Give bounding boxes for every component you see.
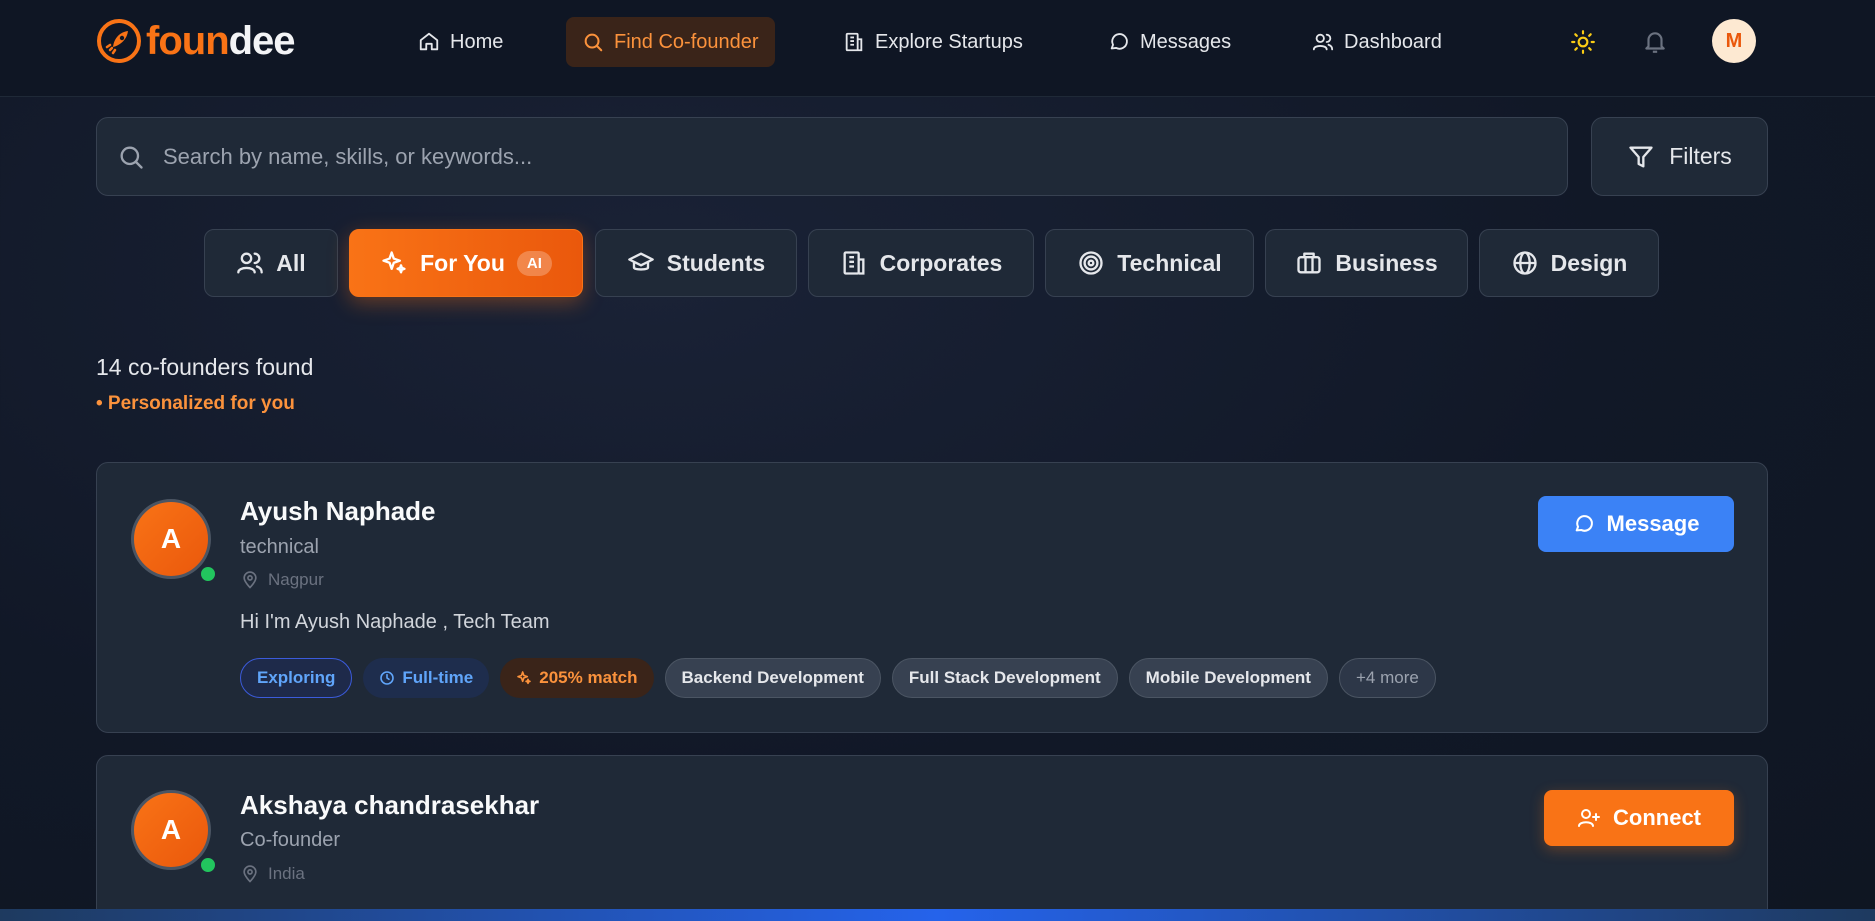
- brand-name: foundee: [146, 19, 296, 63]
- graduation-cap-icon: [627, 252, 654, 271]
- tab-for-you[interactable]: For You AI: [349, 229, 583, 297]
- search-bar: [96, 117, 1568, 196]
- tab-all-label: All: [276, 249, 306, 276]
- cofounder-location: India: [240, 864, 305, 884]
- tab-all[interactable]: All: [204, 229, 338, 297]
- tab-design[interactable]: Design: [1479, 229, 1659, 297]
- users-icon: [1312, 33, 1334, 51]
- message-icon: [1110, 33, 1128, 50]
- rocket-logo-icon: [97, 19, 141, 63]
- location-text: India: [268, 864, 305, 883]
- tab-business[interactable]: Business: [1265, 229, 1468, 297]
- home-icon: [419, 32, 439, 51]
- tab-technical[interactable]: Technical: [1045, 229, 1254, 297]
- nav-dashboard[interactable]: Dashboard: [1296, 17, 1458, 67]
- location-text: Nagpur: [268, 570, 324, 589]
- tab-students[interactable]: Students: [595, 229, 797, 297]
- tab-corporates-label: Corporates: [879, 249, 1003, 276]
- nav-messages[interactable]: Messages: [1092, 17, 1247, 67]
- match-badge: 205% match: [500, 658, 654, 698]
- filters-button[interactable]: Filters: [1591, 117, 1768, 196]
- message-button[interactable]: Message: [1538, 496, 1734, 552]
- ai-badge: AI: [516, 250, 552, 276]
- online-status-dot: [198, 564, 218, 584]
- tab-technical-label: Technical: [1117, 249, 1222, 276]
- cofounder-role: technical: [240, 536, 319, 558]
- sun-icon: [1571, 30, 1595, 54]
- tab-corporates[interactable]: Corporates: [808, 229, 1034, 297]
- globe-icon: [1512, 251, 1537, 275]
- nav-home[interactable]: Home: [402, 17, 519, 67]
- cofounder-bio: Hi I'm Ayush Naphade , Tech Team: [240, 611, 550, 633]
- target-icon: [1079, 251, 1103, 275]
- filters-label: Filters: [1669, 143, 1732, 169]
- nav-messages-label: Messages: [1140, 30, 1232, 53]
- message-icon: [1575, 515, 1593, 532]
- personalized-label: • Personalized for you: [96, 393, 295, 414]
- sparkles-icon: [517, 671, 532, 685]
- user-avatar[interactable]: M: [1712, 19, 1756, 63]
- filter-icon: [1629, 146, 1653, 167]
- tab-students-label: Students: [666, 249, 766, 276]
- clock-icon: [380, 671, 395, 685]
- users-icon: [237, 252, 264, 274]
- theme-toggle[interactable]: [1563, 22, 1603, 62]
- status-badge: Exploring: [240, 658, 353, 698]
- nav-home-label: Home: [450, 30, 504, 53]
- skill-tag: Mobile Development: [1128, 658, 1328, 698]
- bell-icon: [1645, 32, 1665, 53]
- cofounder-name[interactable]: Akshaya chandrasekhar: [240, 790, 539, 821]
- connect-button[interactable]: Connect: [1544, 790, 1734, 846]
- top-navbar: foundee Home Find Co-founder Explore Sta…: [0, 0, 1875, 97]
- availability-text: Full-time: [402, 668, 474, 687]
- map-pin-icon: [243, 571, 257, 589]
- connect-button-label: Connect: [1613, 805, 1701, 830]
- nav-explore-startups-label: Explore Startups: [875, 30, 1023, 53]
- nav-find-cofounder[interactable]: Find Co-founder: [566, 17, 775, 67]
- tag-list: Exploring Full-time 205% match Backend D…: [240, 658, 1436, 698]
- skill-tag: Full Stack Development: [891, 658, 1118, 698]
- tab-business-label: Business: [1335, 249, 1438, 276]
- more-skills-tag[interactable]: +4 more: [1338, 658, 1436, 698]
- cofounder-card[interactable]: A Ayush Naphade technical Nagpur Hi I'm …: [96, 462, 1768, 733]
- match-text: 205% match: [539, 668, 638, 687]
- sparkles-icon: [382, 251, 406, 274]
- message-button-label: Message: [1606, 511, 1700, 536]
- search-icon: [584, 33, 603, 52]
- search-icon: [120, 146, 143, 169]
- brand-logo[interactable]: foundee: [96, 18, 296, 64]
- search-input[interactable]: [163, 143, 1513, 170]
- map-pin-icon: [243, 865, 257, 883]
- building-icon: [843, 251, 865, 275]
- cofounder-name[interactable]: Ayush Naphade: [240, 496, 436, 527]
- cofounder-location: Nagpur: [240, 570, 324, 590]
- tab-design-label: Design: [1550, 249, 1628, 276]
- nav-dashboard-label: Dashboard: [1344, 30, 1442, 53]
- results-count: 14 co-founders found: [96, 354, 314, 380]
- availability-badge: Full-time: [363, 658, 490, 698]
- notifications-button[interactable]: [1635, 22, 1675, 62]
- bottom-edge-bar: [0, 909, 1875, 921]
- nav-find-cofounder-label: Find Co-founder: [614, 30, 759, 53]
- briefcase-icon: [1297, 252, 1322, 274]
- user-plus-icon: [1578, 809, 1600, 827]
- skill-tag: Backend Development: [664, 658, 881, 698]
- tab-for-you-label: For You: [420, 249, 505, 276]
- cofounder-card[interactable]: A Akshaya chandrasekhar Co-founder India…: [96, 755, 1768, 921]
- building-icon: [845, 32, 863, 52]
- nav-explore-startups[interactable]: Explore Startups: [827, 17, 1039, 67]
- online-status-dot: [198, 855, 218, 875]
- cofounder-role: Co-founder: [240, 829, 341, 851]
